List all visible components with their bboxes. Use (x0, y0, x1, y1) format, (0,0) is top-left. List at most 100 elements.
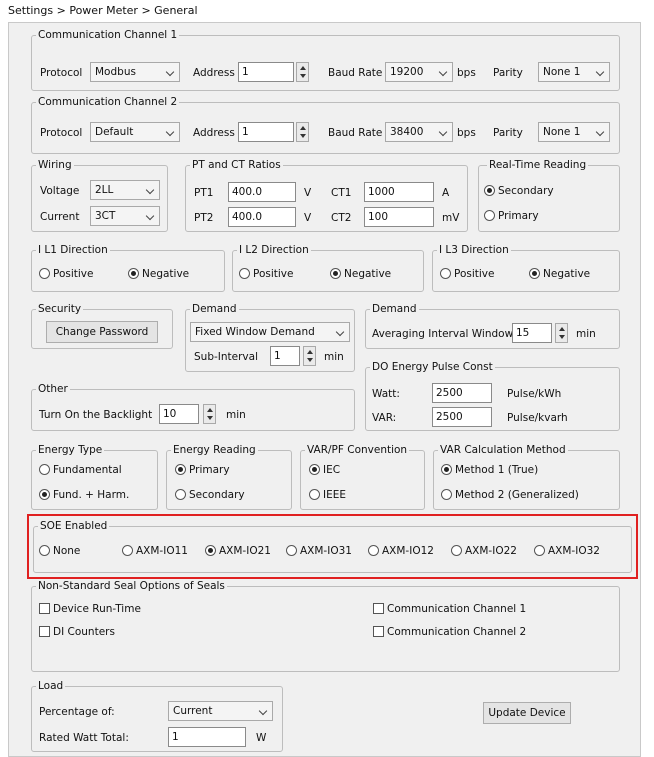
chevron-down-icon (165, 67, 175, 77)
checkbox-device-run-time[interactable]: Device Run-Time (39, 602, 141, 616)
radio-energy-primary[interactable]: Primary (175, 463, 230, 477)
radio-soe-axm-io21[interactable]: AXM-IO21 (205, 544, 271, 558)
address-input-1[interactable]: 1 (238, 62, 294, 82)
backlight-input[interactable]: 10 (159, 404, 199, 424)
radio-soe-axm-io11[interactable]: AXM-IO11 (122, 544, 188, 558)
sub-interval-label: Sub-Interval (194, 351, 258, 363)
radio-energy-secondary[interactable]: Secondary (175, 488, 245, 502)
baud-rate-label: Baud Rate (328, 67, 383, 79)
watt-pulse-unit: Pulse/kWh (507, 388, 562, 400)
radio-soe-axm-io12[interactable]: AXM-IO12 (368, 544, 434, 558)
do-energy-pulse-group: DO Energy Pulse Const (365, 361, 620, 431)
ct2-input[interactable]: 100 (364, 207, 434, 227)
radio-il3-positive[interactable]: Positive (440, 267, 494, 281)
chevron-down-icon (145, 185, 155, 195)
real-time-reading-title: Real-Time Reading (489, 159, 587, 171)
checkbox-comm-channel-2[interactable]: Communication Channel 2 (373, 625, 526, 639)
ct1-label: CT1 (331, 187, 352, 199)
pt2-input[interactable]: 400.0 (228, 207, 296, 227)
averaging-interval-spinner[interactable] (555, 323, 568, 343)
sub-interval-spinner[interactable] (303, 346, 316, 366)
radio-primary-reading[interactable]: Primary (484, 209, 539, 223)
radio-soe-axm-io22[interactable]: AXM-IO22 (451, 544, 517, 558)
bps-label: bps (457, 127, 476, 139)
var-calculation-title: VAR Calculation Method (440, 444, 566, 456)
radio-il1-positive[interactable]: Positive (39, 267, 93, 281)
current-select[interactable]: 3CT (90, 206, 160, 226)
pt1-unit: V (304, 187, 312, 199)
parity-select-1[interactable]: None 1 (538, 62, 610, 82)
bps-label: bps (457, 67, 476, 79)
rated-watt-total-input[interactable]: 1 (168, 727, 246, 747)
ct1-input[interactable]: 1000 (364, 182, 434, 202)
radio-il2-negative[interactable]: Negative (330, 267, 391, 281)
watt-pulse-input[interactable]: 2500 (432, 383, 492, 403)
baud-rate-select-1[interactable]: 19200 (385, 62, 453, 82)
radio-il2-positive[interactable]: Positive (239, 267, 293, 281)
radio-soe-none[interactable]: None (39, 544, 80, 558)
demand-averaging-title: Demand (372, 303, 417, 315)
change-password-button[interactable]: Change Password (46, 321, 158, 343)
radio-ieee[interactable]: IEEE (309, 488, 346, 502)
voltage-label: Voltage (40, 185, 80, 197)
backlight-label: Turn On the Backlight (39, 409, 153, 421)
radio-method-2[interactable]: Method 2 (Generalized) (441, 488, 579, 502)
radio-soe-axm-io31[interactable]: AXM-IO31 (286, 544, 352, 558)
voltage-select[interactable]: 2LL (90, 180, 160, 200)
backlight-unit: min (226, 409, 246, 421)
address-label: Address (193, 67, 235, 79)
seal-options-group: Non-Standard Seal Options of Seals (31, 580, 620, 672)
parity-label: Parity (493, 127, 523, 139)
rated-watt-unit: W (256, 732, 267, 744)
demand-type-select[interactable]: Fixed Window Demand (190, 322, 350, 342)
parity-select-2[interactable]: None 1 (538, 122, 610, 142)
radio-fundamental[interactable]: Fundamental (39, 463, 122, 477)
watt-label: Watt: (372, 388, 400, 400)
security-title: Security (38, 303, 82, 315)
radio-secondary-reading[interactable]: Secondary (484, 184, 554, 198)
averaging-interval-unit: min (576, 328, 596, 340)
radio-il3-negative[interactable]: Negative (529, 267, 590, 281)
energy-type-title: Energy Type (38, 444, 103, 456)
radio-fund-harm[interactable]: Fund. + Harm. (39, 488, 129, 502)
other-title: Other (38, 383, 68, 395)
ct1-unit: A (442, 187, 450, 199)
radio-soe-axm-io32[interactable]: AXM-IO32 (534, 544, 600, 558)
percentage-of-select[interactable]: Current (168, 701, 273, 721)
pt2-unit: V (304, 212, 312, 224)
baud-rate-label: Baud Rate (328, 127, 383, 139)
averaging-interval-input[interactable]: 15 (512, 323, 552, 343)
update-device-button[interactable]: Update Device (483, 702, 571, 724)
var-pulse-unit: Pulse/kvarh (507, 412, 568, 424)
protocol-select-2[interactable]: Default (90, 122, 180, 142)
checkbox-di-counters[interactable]: DI Counters (39, 625, 115, 639)
protocol-label: Protocol (40, 67, 83, 79)
load-title: Load (38, 680, 64, 692)
wiring-title: Wiring (38, 159, 72, 171)
power-meter-settings: Settings > Power Meter > General Communi… (0, 0, 654, 757)
address-label: Address (193, 127, 235, 139)
pt1-input[interactable]: 400.0 (228, 182, 296, 202)
pt2-label: PT2 (194, 212, 214, 224)
checkbox-comm-channel-1[interactable]: Communication Channel 1 (373, 602, 526, 616)
parity-label: Parity (493, 67, 523, 79)
backlight-spinner[interactable] (203, 404, 216, 424)
radio-il1-negative[interactable]: Negative (128, 267, 189, 281)
soe-enabled-title: SOE Enabled (40, 520, 108, 532)
current-label: Current (40, 211, 80, 223)
address-spinner-1[interactable] (296, 62, 309, 82)
radio-method-1[interactable]: Method 1 (True) (441, 463, 538, 477)
il1-direction-title: I L1 Direction (38, 244, 108, 256)
chevron-down-icon (595, 127, 605, 137)
var-label: VAR: (372, 412, 397, 424)
var-pulse-input[interactable]: 2500 (432, 407, 492, 427)
il2-direction-title: I L2 Direction (239, 244, 309, 256)
ct2-unit: mV (442, 212, 460, 224)
baud-rate-select-2[interactable]: 38400 (385, 122, 453, 142)
chevron-down-icon (258, 706, 268, 716)
protocol-select-1[interactable]: Modbus (90, 62, 180, 82)
sub-interval-input[interactable]: 1 (270, 346, 300, 366)
address-input-2[interactable]: 1 (238, 122, 294, 142)
address-spinner-2[interactable] (296, 122, 309, 142)
radio-iec[interactable]: IEC (309, 463, 340, 477)
